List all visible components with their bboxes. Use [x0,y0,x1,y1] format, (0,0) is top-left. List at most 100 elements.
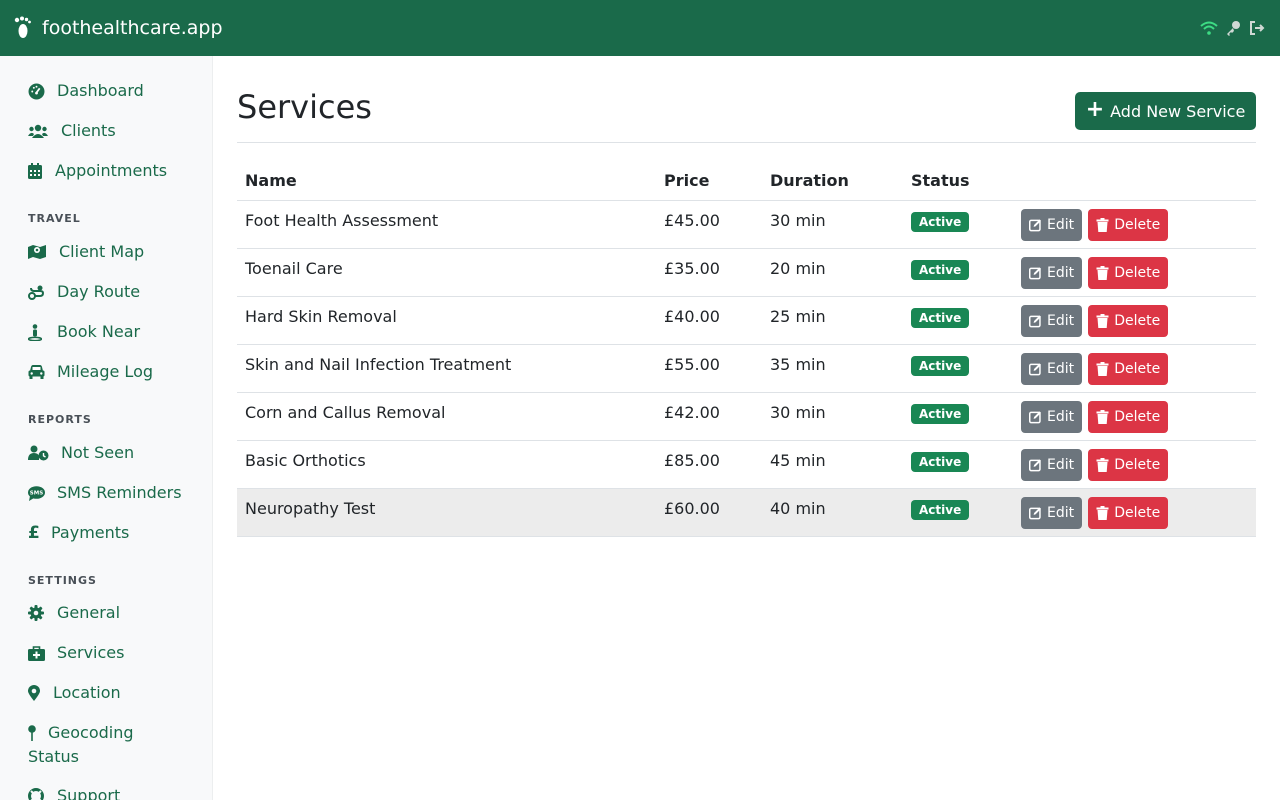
delete-button[interactable]: Delete [1088,448,1169,481]
service-name: Toenail Care [237,248,656,297]
service-actions: Edit Delete [1013,296,1256,345]
status-badge: Active [911,403,970,424]
service-duration: 30 min [762,200,903,249]
edit-button[interactable]: Edit [1021,448,1083,481]
table-row: Hard Skin Removal £40.00 25 min Active Edit … [237,296,1256,345]
delete-button[interactable]: Delete [1088,352,1169,385]
sms-icon: SMS [28,481,46,505]
edit-icon [1029,410,1042,424]
service-price: £40.00 [656,296,762,345]
sidebar-item-mileage-log[interactable]: Mileage Log [0,360,153,384]
sidebar-item-sms-reminders[interactable]: SMS SMS Reminders [0,481,182,505]
sidebar-item-geocoding-status[interactable]: Geocoding Status [0,721,170,769]
delete-button[interactable]: Delete [1088,496,1169,529]
sidebar-item-clients[interactable]: Clients [0,119,116,143]
title-divider [237,142,1256,143]
edit-button[interactable]: Edit [1021,352,1083,385]
service-duration: 35 min [762,344,903,393]
sidebar-item-services[interactable]: Services [0,641,124,665]
service-status-cell: Active [903,248,1013,297]
edit-icon [1029,458,1042,472]
sidebar-item-support[interactable]: Support [0,784,120,800]
sidebar-item-appointments[interactable]: Appointments [0,159,167,183]
trash-icon [1096,457,1109,472]
map-icon [28,240,48,264]
service-actions: Edit Delete [1013,440,1256,489]
sidebar-item-not-seen[interactable]: Not Seen [0,441,134,465]
column-header-price: Price [656,156,762,201]
trash-icon [1096,409,1109,424]
service-name: Foot Health Assessment [237,200,656,249]
table-row: Basic Orthotics £85.00 45 min Active Edit De… [237,440,1256,489]
service-duration: 40 min [762,488,903,537]
service-status-cell: Active [903,392,1013,441]
delete-button[interactable]: Delete [1088,208,1169,241]
route-icon [28,280,46,304]
service-actions: Edit Delete [1013,200,1256,249]
delete-button[interactable]: Delete [1088,256,1169,289]
delete-button[interactable]: Delete [1088,400,1169,433]
service-actions: Edit Delete [1013,488,1256,537]
column-header-duration: Duration [762,156,903,201]
service-price: £35.00 [656,248,762,297]
sidebar-item-client-map[interactable]: Client Map [0,240,144,264]
users-icon [28,119,50,143]
service-name: Neuropathy Test [237,488,656,537]
service-status-cell: Active [903,200,1013,249]
service-duration: 25 min [762,296,903,345]
lifebuoy-icon [28,784,46,800]
service-actions: Edit Delete [1013,344,1256,393]
app-title: foothealthcare.app [42,17,223,39]
sidebar-item-payments[interactable]: £ Payments [0,521,129,545]
column-header-status: Status [903,156,1013,201]
service-duration: 20 min [762,248,903,297]
add-new-service-button[interactable]: + Add New Service [1075,92,1256,130]
edit-icon [1029,314,1042,328]
trash-icon [1096,505,1109,520]
location-person-icon [28,320,46,344]
table-row: Neuropathy Test £60.00 40 min Active Edit De… [237,488,1256,537]
footprint-icon [14,15,34,41]
key-icon[interactable] [1224,19,1242,37]
table-header-row: Name Price Duration Status [237,156,1256,201]
sidebar-item-location[interactable]: Location [0,681,121,705]
status-badge: Active [911,307,970,328]
edit-button[interactable]: Edit [1021,208,1083,241]
status-badge: Active [911,451,970,472]
logout-icon[interactable] [1248,19,1266,37]
edit-icon [1029,266,1042,280]
top-navbar: foothealthcare.app [0,0,1280,56]
medkit-icon [28,641,46,665]
wifi-icon [1200,19,1218,37]
service-status-cell: Active [903,344,1013,393]
edit-icon [1029,362,1042,376]
service-status-cell: Active [903,440,1013,489]
edit-button[interactable]: Edit [1021,400,1083,433]
trash-icon [1096,217,1109,232]
delete-button[interactable]: Delete [1088,304,1169,337]
service-duration: 30 min [762,392,903,441]
service-duration: 45 min [762,440,903,489]
svg-text:SMS: SMS [30,490,43,496]
brand[interactable]: foothealthcare.app [14,15,223,41]
sidebar-item-book-near[interactable]: Book Near [0,320,140,344]
sidebar-item-day-route[interactable]: Day Route [0,280,140,304]
edit-button[interactable]: Edit [1021,256,1083,289]
sidebar-item-general[interactable]: General [0,601,120,625]
status-badge: Active [911,499,970,520]
sidebar-item-dashboard[interactable]: Dashboard [0,79,144,103]
service-price: £60.00 [656,488,762,537]
column-header-name: Name [237,156,656,201]
column-header-actions [1013,156,1256,201]
status-badge: Active [911,211,970,232]
service-name: Skin and Nail Infection Treatment [237,344,656,393]
service-actions: Edit Delete [1013,248,1256,297]
page-title: Services [237,88,372,126]
edit-button[interactable]: Edit [1021,496,1083,529]
map-pin-icon [28,681,42,705]
car-icon [28,360,46,384]
status-badge: Active [911,259,970,280]
service-status-cell: Active [903,296,1013,345]
service-actions: Edit Delete [1013,392,1256,441]
edit-button[interactable]: Edit [1021,304,1083,337]
